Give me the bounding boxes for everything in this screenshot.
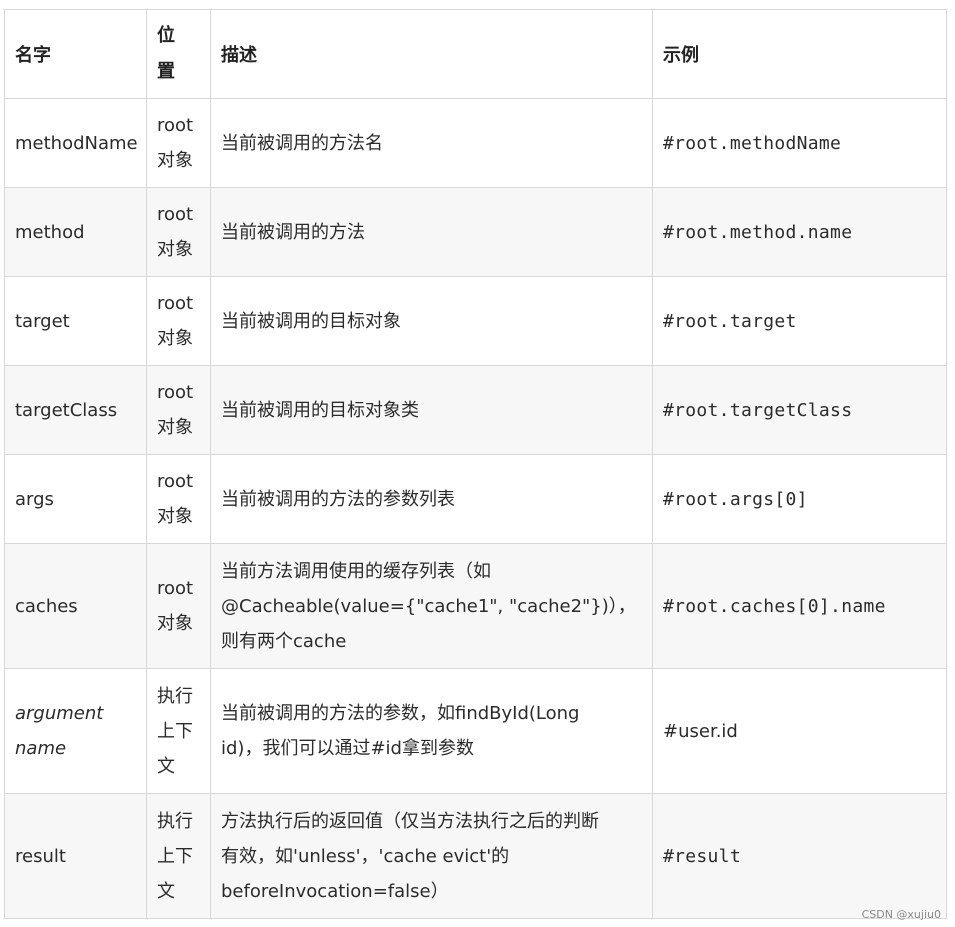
table-row: result 执行 上下 文 方法执行后的返回值（仅当方法执行之后的判断 有效，… (4, 793, 947, 919)
cell-position-line: 文 (157, 755, 175, 777)
cell-position-line: 对象 (157, 506, 193, 527)
cell-example: #user.id (652, 668, 947, 794)
cell-position-line: 上下 (157, 720, 193, 742)
table-row: args root 对象 当前被调用的方法的参数列表 #root.args[0] (4, 454, 947, 544)
cell-description: 当前方法调用使用的缓存列表（如 @Cacheable(value={"cache… (210, 543, 653, 669)
cell-position-line: 执行 (157, 810, 193, 832)
cell-position-line: 对象 (157, 150, 193, 171)
table-row: method root 对象 当前被调用的方法 #root.method.nam… (4, 187, 947, 277)
cell-description-line: 当前被调用的目标对象类 (221, 399, 419, 421)
cell-name: targetClass (4, 365, 147, 455)
cell-description-line: 则有两个cache (221, 630, 347, 652)
cell-position-line: root (157, 204, 194, 225)
cell-position-line: root (157, 382, 194, 403)
cell-name: args (4, 454, 147, 544)
cell-name: result (4, 793, 147, 919)
cell-name: methodName (4, 98, 147, 188)
cell-position-line: 上下 (157, 845, 193, 867)
table-row: targetClass root 对象 当前被调用的目标对象类 #root.ta… (4, 365, 947, 455)
cell-description-line: 当前方法调用使用的缓存列表（如 (221, 560, 491, 582)
header-name: 名字 (4, 9, 147, 99)
cell-description-line: 当前被调用的方法的参数，如findById(Long (221, 703, 580, 724)
table-row: argument name 执行 上下 文 当前被调用的方法的参数，如findB… (4, 668, 947, 794)
cell-description-line: @Cacheable(value={"cache1", "cache2"})）， (221, 595, 636, 617)
cell-example: #root.targetClass (652, 365, 947, 455)
cell-description-line: 方法执行后的返回值（仅当方法执行之后的判断 (221, 810, 599, 832)
cell-description-line: 当前被调用的方法的参数列表 (221, 488, 455, 510)
cell-name-line: argument (15, 703, 104, 724)
cell-description-line: id)，我们可以通过#id拿到参数 (221, 738, 474, 759)
cell-position-line: 对象 (157, 328, 193, 349)
cell-position-line: root (157, 471, 194, 492)
cell-position: 执行 上下 文 (146, 668, 211, 794)
cell-position: root 对象 (146, 543, 211, 669)
cell-position: root 对象 (146, 365, 211, 455)
spel-variables-table: 名字 位 置 描述 示例 methodName root 对象 当前被调用的方法… (4, 9, 947, 919)
cell-name: caches (4, 543, 147, 669)
cell-example: #root.method.name (652, 187, 947, 277)
cell-position-line: root (157, 578, 194, 599)
cell-description-line: 当前被调用的方法名 (221, 132, 383, 154)
cell-name: argument name (4, 668, 147, 794)
cell-example: #root.target (652, 276, 947, 366)
cell-position: root 对象 (146, 276, 211, 366)
cell-position-line: 对象 (157, 417, 193, 438)
header-example: 示例 (652, 9, 947, 99)
cell-name: method (4, 187, 147, 277)
cell-description: 当前被调用的方法的参数列表 (210, 454, 653, 544)
cell-position-line: root (157, 293, 194, 314)
cell-description: 当前被调用的方法 (210, 187, 653, 277)
cell-example: #root.methodName (652, 98, 947, 188)
cell-description: 当前被调用的目标对象类 (210, 365, 653, 455)
cell-description-line: beforeInvocation=false） (221, 880, 449, 902)
header-description: 描述 (210, 9, 653, 99)
cell-description: 当前被调用的方法的参数，如findById(Long id)，我们可以通过#id… (210, 668, 653, 794)
cell-name: target (4, 276, 147, 366)
cell-position: root 对象 (146, 98, 211, 188)
table-row: target root 对象 当前被调用的目标对象 #root.target (4, 276, 947, 366)
cell-description: 当前被调用的目标对象 (210, 276, 653, 366)
header-position: 位 置 (146, 9, 211, 99)
cell-example: #result (652, 793, 947, 919)
table-row: caches root 对象 当前方法调用使用的缓存列表（如 @Cacheabl… (4, 543, 947, 669)
cell-position-line: 对象 (157, 239, 193, 260)
cell-description-line: 当前被调用的目标对象 (221, 310, 401, 332)
header-position-line-1: 位 (157, 25, 175, 46)
cell-description: 方法执行后的返回值（仅当方法执行之后的判断 有效，如'unless'，'cach… (210, 793, 653, 919)
cell-position: 执行 上下 文 (146, 793, 211, 919)
cell-position: root 对象 (146, 454, 211, 544)
header-position-line-2: 置 (157, 61, 175, 82)
cell-description-line: 当前被调用的方法 (221, 221, 365, 243)
cell-position-line: 执行 (157, 685, 193, 707)
cell-name-line: name (15, 738, 67, 759)
header-row: 名字 位 置 描述 示例 (4, 9, 947, 99)
cell-example: #root.args[0] (652, 454, 947, 544)
watermark: CSDN @xujiu0 (861, 908, 941, 921)
cell-position-line: 文 (157, 880, 175, 902)
cell-position: root 对象 (146, 187, 211, 277)
table-row: methodName root 对象 当前被调用的方法名 #root.metho… (4, 98, 947, 188)
cell-description-line: 有效，如'unless'，'cache evict'的 (221, 845, 510, 867)
cell-position-line: root (157, 115, 194, 136)
cell-example: #root.caches[0].name (652, 543, 947, 669)
cell-description: 当前被调用的方法名 (210, 98, 653, 188)
cell-position-line: 对象 (157, 613, 193, 634)
